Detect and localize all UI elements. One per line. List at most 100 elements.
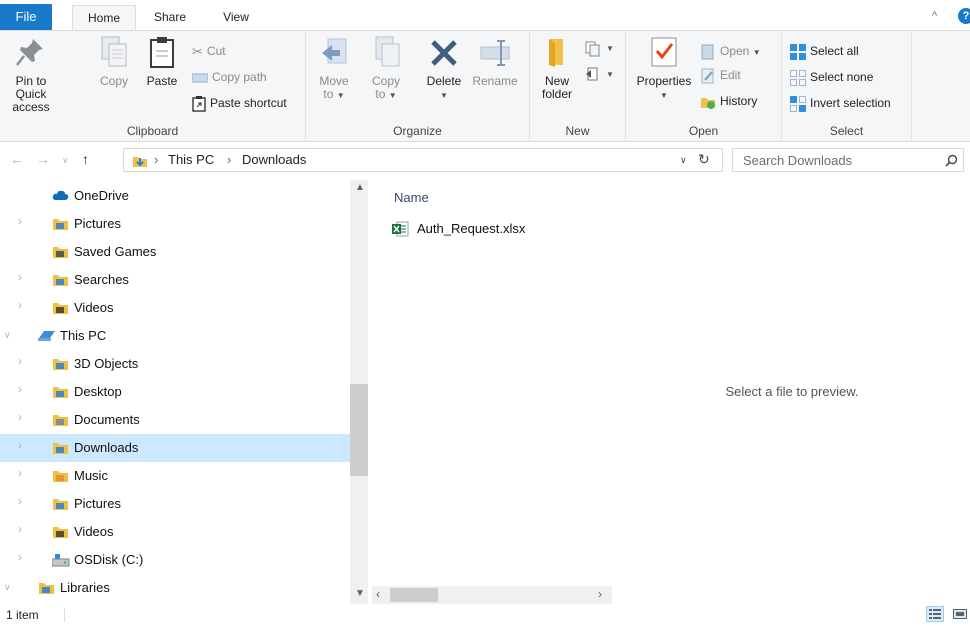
nav-item[interactable]: ∨ Libraries	[0, 574, 350, 602]
address-bar[interactable]: › This PC › Downloads ∨ ↻	[123, 148, 723, 172]
cut-button[interactable]: ✂ Cut	[192, 41, 226, 63]
tab-file[interactable]: File	[0, 4, 52, 30]
delete-label: Delete	[426, 74, 462, 88]
nav-scroll-thumb[interactable]	[350, 384, 368, 476]
properties-button[interactable]: Properties ▼	[632, 35, 696, 102]
breadcrumb-downloads[interactable]: Downloads	[242, 152, 306, 167]
expand-chevron-icon[interactable]: ›	[18, 354, 22, 368]
easy-access-button[interactable]: ▼	[584, 63, 614, 85]
expand-chevron-icon[interactable]: ›	[18, 550, 22, 564]
tab-view[interactable]: View	[212, 6, 260, 30]
select-all-button[interactable]: Select all	[790, 41, 859, 63]
nav-item[interactable]: Saved Games	[0, 238, 350, 266]
recent-locations-chevron-icon[interactable]: ∨	[62, 155, 69, 166]
file-list: Name Auth_Request.xlsx ‹ ›	[372, 180, 612, 604]
open-button[interactable]: Open ▼	[700, 41, 761, 63]
invert-selection-icon	[790, 95, 806, 112]
collapse-chevron-icon[interactable]: ∨	[4, 582, 11, 593]
search-input[interactable]: Search Downloads	[743, 153, 852, 168]
copy-button[interactable]: Copy	[94, 35, 134, 88]
name-column-header[interactable]: Name	[394, 190, 429, 205]
scissors-icon: ✂	[192, 43, 203, 59]
nav-item[interactable]: › Videos	[0, 294, 350, 322]
invert-selection-button[interactable]: Invert selection	[790, 93, 891, 115]
expand-chevron-icon[interactable]: ›	[18, 494, 22, 508]
nav-item-label: OSDisk (C:)	[74, 552, 144, 567]
paste-label: Paste	[146, 74, 178, 88]
rename-button[interactable]: Rename	[470, 35, 520, 88]
tab-share[interactable]: Share	[146, 6, 194, 30]
address-history-chevron-icon[interactable]: ∨	[680, 155, 687, 166]
scroll-down-arrow-icon[interactable]: ▼	[355, 588, 365, 599]
nav-item[interactable]: › Searches	[0, 266, 350, 294]
help-icon[interactable]: ?	[958, 8, 970, 24]
new-folder-button[interactable]: New folder	[538, 35, 576, 101]
new-item-button[interactable]: ▼	[584, 37, 614, 59]
nav-item[interactable]: › 3D Objects	[0, 350, 350, 378]
nav-item[interactable]: › Pictures	[0, 490, 350, 518]
select-none-button[interactable]: Select none	[790, 67, 873, 89]
open-label: Open	[720, 44, 750, 58]
expand-chevron-icon[interactable]: ›	[18, 410, 22, 424]
easy-access-icon	[586, 67, 598, 81]
move-to-label-1: Move	[319, 74, 349, 88]
delete-button[interactable]: Delete ▼	[422, 35, 466, 102]
scroll-up-arrow-icon[interactable]: ▲	[355, 182, 365, 193]
paste-shortcut-icon	[192, 95, 206, 112]
status-bar: 1 item	[0, 604, 970, 626]
expand-chevron-icon[interactable]: ›	[18, 298, 22, 312]
scroll-left-arrow-icon[interactable]: ‹	[376, 587, 380, 601]
edit-label: Edit	[720, 68, 741, 82]
search-icon[interactable]	[945, 154, 958, 167]
scroll-right-arrow-icon[interactable]: ›	[598, 587, 602, 601]
refresh-icon[interactable]: ↻	[698, 151, 710, 168]
videos-folder-icon	[52, 525, 69, 542]
nav-vertical-scrollbar[interactable]: ▲ ▼	[350, 180, 368, 604]
edit-button[interactable]: Edit	[700, 65, 741, 87]
paste-shortcut-button[interactable]: Paste shortcut	[192, 93, 287, 115]
expand-chevron-icon[interactable]: ›	[18, 214, 22, 228]
expand-chevron-icon[interactable]: ›	[18, 522, 22, 536]
new-group-label: New	[565, 124, 590, 138]
nav-item-label: Videos	[74, 300, 114, 315]
expand-chevron-icon[interactable]: ›	[18, 466, 22, 480]
minimize-ribbon-icon[interactable]: ^	[932, 10, 937, 22]
nav-item[interactable]: › Pictures	[0, 210, 350, 238]
large-icons-view-button[interactable]	[950, 606, 968, 622]
select-group: Select all Select none Invert selection …	[782, 31, 912, 141]
tab-home[interactable]: Home	[72, 5, 136, 31]
file-list-horizontal-scrollbar[interactable]: ‹ ›	[372, 586, 612, 604]
open-group: Properties ▼ Open ▼ Edit History Open	[626, 31, 782, 141]
nav-item-label: Libraries	[60, 580, 110, 595]
file-list-scroll-thumb[interactable]	[390, 588, 438, 602]
details-view-button[interactable]	[926, 606, 944, 622]
select-all-label: Select all	[810, 44, 859, 58]
nav-item[interactable]: › Videos	[0, 518, 350, 546]
nav-item[interactable]: › Desktop	[0, 378, 350, 406]
move-to-button[interactable]: Move to ▼	[316, 35, 352, 102]
search-box[interactable]: Search Downloads	[732, 148, 964, 172]
nav-item[interactable]: › Music	[0, 462, 350, 490]
copy-path-button[interactable]: Copy path	[192, 67, 267, 89]
paste-button[interactable]: Paste	[142, 35, 182, 88]
nav-item[interactable]: OneDrive	[0, 182, 350, 210]
select-none-icon	[790, 69, 806, 86]
up-arrow-icon[interactable]: ↑	[82, 151, 89, 167]
nav-item[interactable]: › Documents	[0, 406, 350, 434]
documents-folder-icon	[52, 413, 69, 430]
pin-to-quick-access-button[interactable]: Pin to Quick access	[2, 35, 60, 114]
expand-chevron-icon[interactable]: ›	[18, 438, 22, 452]
expand-chevron-icon[interactable]: ›	[18, 270, 22, 284]
copy-to-button[interactable]: Copy to ▼	[368, 35, 404, 102]
nav-item-label: Documents	[74, 412, 140, 427]
cut-label: Cut	[206, 44, 226, 58]
collapse-chevron-icon[interactable]: ∨	[4, 330, 11, 341]
breadcrumb-this-pc[interactable]: This PC	[168, 152, 214, 167]
back-arrow-icon[interactable]: ←	[10, 151, 24, 167]
history-button[interactable]: History	[700, 91, 757, 113]
nav-item[interactable]: › Downloads	[0, 434, 350, 462]
expand-chevron-icon[interactable]: ›	[18, 382, 22, 396]
nav-item[interactable]: › OSDisk (C:)	[0, 546, 350, 574]
forward-arrow-icon[interactable]: →	[36, 151, 50, 167]
nav-item[interactable]: ∨ This PC	[0, 322, 350, 350]
